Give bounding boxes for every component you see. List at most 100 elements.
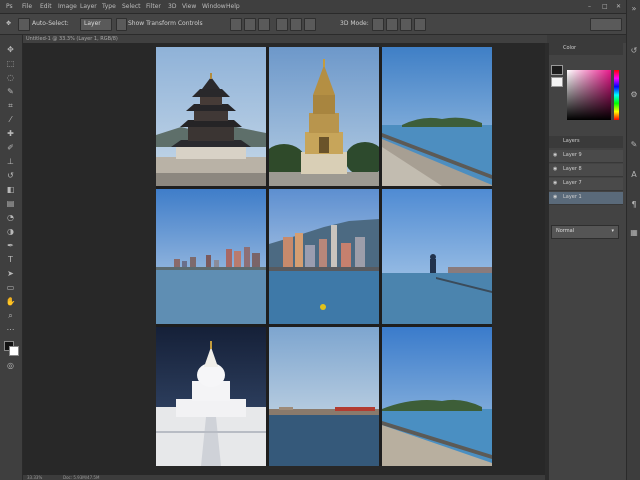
layer-row[interactable]: ◉ Layer 9	[549, 150, 623, 163]
menu-type[interactable]: Type	[102, 3, 116, 10]
mode-3d-label: 3D Mode:	[340, 20, 369, 27]
layer-name: Layer 9	[563, 152, 582, 158]
clone-stamp-icon[interactable]: ⊥	[5, 157, 16, 167]
color-picker-field[interactable]	[567, 70, 611, 120]
menu-image[interactable]: Image	[58, 3, 77, 10]
healing-brush-icon[interactable]: ✚	[5, 129, 16, 139]
menu-view[interactable]: View	[182, 3, 196, 10]
blend-mode-dropdown[interactable]: Normal ▾	[551, 225, 619, 239]
quick-select-icon[interactable]: ✎	[5, 87, 16, 97]
photo-sea-statue[interactable]	[382, 189, 492, 324]
align-right-button[interactable]	[304, 18, 316, 31]
layer-row-selected[interactable]: ◉ Layer 1	[549, 192, 623, 205]
hue-slider[interactable]	[614, 70, 619, 120]
options-bar: ✥ Auto-Select: Layer Show Transform Cont…	[0, 14, 640, 35]
align-top-button[interactable]	[230, 18, 242, 31]
menu-edit[interactable]: Edit	[40, 3, 52, 10]
history-brush-icon[interactable]: ↺	[5, 171, 16, 181]
more-tools-icon[interactable]: ⋯	[5, 325, 16, 335]
document-tab[interactable]: Untitled-1 @ 33.3% (Layer 1, RGB/8)	[26, 36, 118, 42]
photo-city-skyline-waterfront[interactable]	[156, 189, 266, 324]
auto-select-dropdown[interactable]: Layer	[80, 18, 112, 31]
properties-icon[interactable]: ⚙	[629, 90, 639, 100]
photo-coastal-promenade[interactable]	[382, 47, 492, 186]
menu-3d[interactable]: 3D	[168, 3, 176, 10]
lasso-tool-icon[interactable]: ◌	[5, 73, 16, 83]
history-icon[interactable]: ↺	[629, 46, 639, 56]
ps-logo-icon[interactable]: Ps	[6, 3, 13, 10]
type-tool-icon[interactable]: T	[5, 255, 16, 265]
roll-3d-button[interactable]	[386, 18, 398, 31]
photo-white-stupa-night[interactable]	[156, 327, 266, 466]
transform-controls-label: Show Transform Controls	[128, 20, 203, 27]
quick-mask-icon[interactable]: ◎	[5, 361, 16, 371]
minimize-icon[interactable]: –	[588, 3, 591, 10]
background-swatch[interactable]	[551, 77, 563, 87]
photo-distant-shore[interactable]	[269, 327, 379, 466]
align-bottom-button[interactable]	[258, 18, 270, 31]
slide-3d-button[interactable]	[414, 18, 426, 31]
layers-panel-tab[interactable]: Layers	[563, 138, 580, 144]
path-select-icon[interactable]: ➤	[5, 269, 16, 279]
drag-3d-button[interactable]	[400, 18, 412, 31]
color-panel-tab[interactable]: Color	[563, 45, 576, 51]
align-center-button[interactable]	[290, 18, 302, 31]
eye-icon[interactable]: ◉	[553, 194, 557, 200]
character-icon[interactable]: A	[629, 170, 639, 180]
tools-panel: ✥ ⬚ ◌ ✎ ⌗ ⁄ ✚ ✐ ⊥ ↺ ◧ ▤ ◔ ◑ ✒ T ➤ ▭ ✋ ⌕ …	[0, 35, 23, 480]
crop-tool-icon[interactable]: ⌗	[5, 101, 16, 111]
eyedropper-icon[interactable]: ⁄	[5, 115, 16, 125]
paragraph-icon[interactable]: ¶	[629, 200, 639, 210]
zoom-level[interactable]: 33.33%	[27, 475, 42, 480]
document-canvas[interactable]	[156, 47, 492, 466]
foreground-swatch[interactable]	[551, 65, 563, 75]
eye-icon[interactable]: ◉	[553, 180, 557, 186]
align-left-button[interactable]	[276, 18, 288, 31]
zoom-tool-icon[interactable]: ⌕	[5, 311, 16, 321]
eye-icon[interactable]: ◉	[553, 152, 557, 158]
gradient-tool-icon[interactable]: ▤	[5, 199, 16, 209]
menu-select[interactable]: Select	[122, 3, 141, 10]
close-icon[interactable]: ✕	[616, 3, 621, 10]
pen-tool-icon[interactable]: ✒	[5, 241, 16, 251]
menu-filter[interactable]: Filter	[146, 3, 161, 10]
eraser-tool-icon[interactable]: ◧	[5, 185, 16, 195]
layers-panel-header: Layers	[549, 136, 623, 148]
chevron-down-icon: ▾	[611, 228, 614, 234]
brush-settings-icon[interactable]: ✎	[629, 140, 639, 150]
layer-name: Layer 1	[563, 194, 582, 200]
eye-icon[interactable]: ◉	[553, 166, 557, 172]
menu-layer[interactable]: Layer	[80, 3, 97, 10]
layer-name: Layer 8	[563, 166, 582, 172]
marquee-tool-icon[interactable]: ⬚	[5, 59, 16, 69]
color-panel-header: Color	[549, 43, 623, 55]
brush-tool-icon[interactable]: ✐	[5, 143, 16, 153]
collapse-panels-icon[interactable]: »	[629, 4, 639, 14]
photo-island-promenade[interactable]	[382, 327, 492, 466]
auto-select-value: Layer	[84, 20, 101, 27]
auto-select-checkbox[interactable]	[18, 18, 30, 31]
dodge-tool-icon[interactable]: ◑	[5, 227, 16, 237]
background-color-swatch[interactable]	[9, 346, 19, 356]
shape-tool-icon[interactable]: ▭	[5, 283, 16, 293]
maximize-icon[interactable]: □	[602, 3, 608, 10]
layer-row[interactable]: ◉ Layer 7	[549, 178, 623, 191]
panel-icon-column: » ↺ ⚙ ✎ A ¶ ▦	[626, 0, 640, 480]
menu-help[interactable]: Help	[226, 3, 240, 10]
hand-tool-icon[interactable]: ✋	[5, 297, 16, 307]
rotate-3d-button[interactable]	[372, 18, 384, 31]
menu-window[interactable]: Window	[202, 3, 226, 10]
workspace-switcher[interactable]	[590, 18, 622, 31]
align-middle-button[interactable]	[244, 18, 256, 31]
menu-file[interactable]: File	[22, 3, 32, 10]
document-info: Doc: 5.93M/47.5M	[63, 475, 100, 480]
blur-tool-icon[interactable]: ◔	[5, 213, 16, 223]
layer-row[interactable]: ◉ Layer 8	[549, 164, 623, 177]
move-tool-icon[interactable]: ✥	[5, 45, 16, 55]
swatches-icon[interactable]: ▦	[629, 228, 639, 238]
transform-checkbox[interactable]	[116, 18, 127, 31]
move-tool-icon[interactable]: ✥	[6, 19, 11, 28]
photo-pagoda-temple[interactable]	[156, 47, 266, 186]
photo-golden-stupa[interactable]	[269, 47, 379, 186]
photo-mountain-city-harbor[interactable]	[269, 189, 379, 324]
